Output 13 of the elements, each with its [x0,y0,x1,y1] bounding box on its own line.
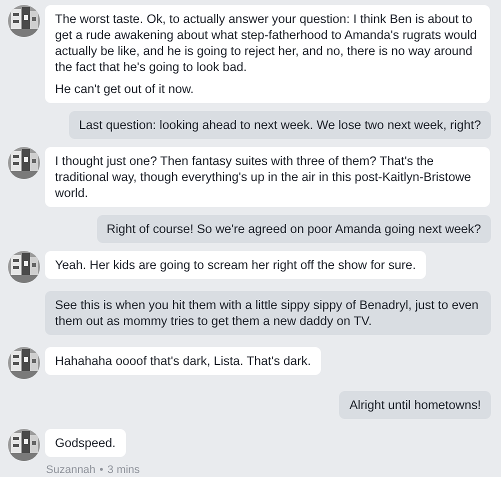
message-text: I thought just one? Then fantasy suites with three of them? That's the traditional way, though everything's up in the air in this post-Kaitlyn-Bristowe world. [55,153,472,201]
message-text: See this is when you hit them with a little sippy sippy of Benadryl, just to even them out as mommy tries to get them a new daddy on TV. [55,297,480,329]
message-time: 3 mins [107,464,140,476]
separator-dot: • [100,464,104,476]
message-text: Last question: looking ahead to next week. We lose two next week, right? [78,117,481,133]
message-text: Godspeed. [55,435,116,451]
message-text: Yeah. Her kids are going to scream her right off the show for sure. [55,257,416,273]
message-text: Hahahaha oooof that's dark, Lista. That's dark. [55,353,311,369]
message-text: He can't get out of it now. [55,81,195,97]
message-text: Right of course! So we're agreed on poor Amanda going next week? [106,221,481,237]
message-text: Alright until hometowns! [349,397,481,413]
sender-name: Suzannah [46,464,96,476]
message-text: The worst taste. Ok, to actually answer your question: I think Ben is about to get a rude awakening about what step-fatherhood to Amanda's rugrats would actually be like, and he is going to reject her, and no, there is no way around the fact that he's going to look bad. [55,11,478,75]
